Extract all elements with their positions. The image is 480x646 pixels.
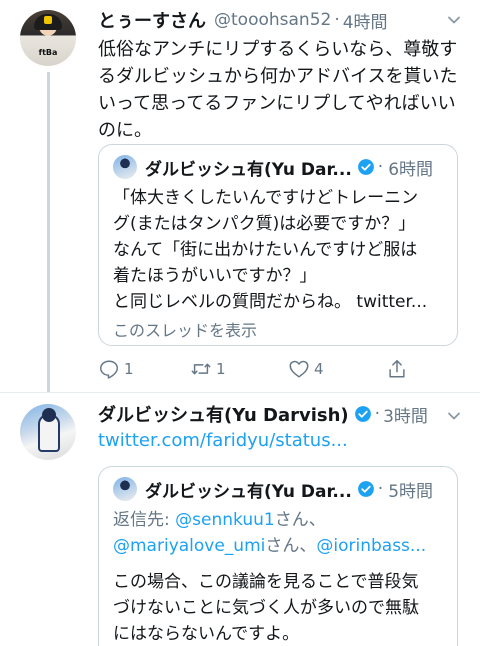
display-name[interactable]: ダルビッシュ有(Yu Darvish) bbox=[98, 401, 349, 427]
quoted-text-line: 「体大きくしたいんですけどトレーニン bbox=[113, 188, 419, 208]
tweet-divider bbox=[0, 392, 480, 393]
reply-to-suffix: さん、 bbox=[265, 536, 317, 556]
avatar-player-head bbox=[42, 408, 56, 422]
tweet-actions: 1 1 4 bbox=[98, 358, 418, 382]
avatar-cap-logo bbox=[44, 16, 52, 24]
heart-icon bbox=[289, 360, 309, 378]
tweet-time: 6時間 bbox=[388, 159, 434, 180]
like-button[interactable]: 4 bbox=[288, 358, 324, 380]
display-name: ダルビッシュ有(Yu Dar... bbox=[145, 481, 352, 502]
display-name[interactable]: とぅーすさん bbox=[98, 7, 206, 33]
quoted-tweet-body: 「体大きくしたいんですけどトレーニン グ(またはタンパク質)は必要ですか？」 な… bbox=[113, 185, 449, 315]
quoted-tweet[interactable]: ダルビッシュ有(Yu Dar... · 6時間 「体大きくしたいんですけどトレー… bbox=[98, 144, 458, 346]
verified-badge-icon bbox=[354, 406, 371, 422]
avatar[interactable]: ftBa bbox=[20, 10, 76, 66]
reply-to-label: 返信先: bbox=[113, 510, 176, 530]
quoted-text-line: と同じレベルの質問だからね。 twitter... bbox=[113, 292, 428, 312]
tweet-time: 5時間 bbox=[388, 481, 434, 502]
user-handle[interactable]: @tooohsan52 bbox=[214, 10, 331, 30]
separator-dot: · bbox=[377, 479, 384, 499]
retweet-icon bbox=[191, 363, 211, 375]
quoted-text-line: にはならないんですよ。 bbox=[113, 624, 300, 644]
reply-count: 1 bbox=[124, 360, 134, 378]
verified-badge-icon bbox=[357, 159, 374, 175]
share-button[interactable] bbox=[386, 358, 408, 380]
quoted-text-line: なんて「街に出かけたいんですけど服は bbox=[113, 240, 418, 260]
reply-icon bbox=[100, 360, 118, 379]
quoted-tweet-header: ダルビッシュ有(Yu Dar... · 6時間 bbox=[113, 155, 434, 180]
share-icon bbox=[389, 360, 405, 378]
tweet-header: ダルビッシュ有(Yu Darvish) · 3時間 bbox=[98, 401, 428, 427]
chevron-down-icon[interactable] bbox=[446, 12, 462, 28]
verified-badge-icon bbox=[357, 481, 374, 497]
separator-dot: · bbox=[374, 404, 381, 424]
separator-dot: · bbox=[334, 10, 340, 30]
avatar[interactable] bbox=[20, 404, 76, 460]
like-count: 4 bbox=[314, 360, 324, 378]
tweet-time[interactable]: 3時間 bbox=[383, 402, 428, 427]
tweet-body: 低俗なアンチにリプするくらいなら、尊敬するダルビッシュから何かアドバイスを貰いた… bbox=[98, 39, 458, 141]
reply-to-line: @mariyalove_umiさん、@iorinbass... bbox=[113, 533, 449, 559]
mention-link[interactable]: @mariyalove_umi bbox=[113, 536, 265, 556]
retweet-button[interactable]: 1 bbox=[190, 358, 226, 380]
thread-connector-line bbox=[47, 72, 50, 392]
quoted-text-line: づけないことに気づく人が多いので無駄 bbox=[113, 598, 419, 618]
quoted-text-line: この場合、この議論を見ることで普段気 bbox=[113, 572, 419, 592]
reply-button[interactable]: 1 bbox=[98, 358, 134, 380]
show-thread-link[interactable]: このスレッドを表示 bbox=[113, 317, 257, 341]
avatar bbox=[113, 155, 137, 179]
tweet-link[interactable]: twitter.com/faridyu/status... bbox=[98, 430, 348, 451]
chevron-down-icon[interactable] bbox=[446, 408, 462, 424]
quoted-text-line: 着たほうがいいですか？」 bbox=[113, 266, 317, 286]
tweet-time[interactable]: 4時間 bbox=[343, 8, 388, 33]
mention-link[interactable]: @iorinbass... bbox=[316, 536, 426, 556]
retweet-count: 1 bbox=[216, 360, 226, 378]
avatar-jersey-text: ftBa bbox=[38, 48, 58, 57]
reply-to-suffix: さん、 bbox=[274, 510, 326, 530]
quoted-text-line: グ(またはタンパク質)は必要ですか？」 bbox=[113, 214, 416, 234]
quoted-tweet-body: 返信先: @sennkuu1さん、 @mariyalove_umiさん、@ior… bbox=[113, 507, 449, 646]
mention-link[interactable]: @sennkuu1 bbox=[175, 510, 275, 530]
reply-to-line: 返信先: @sennkuu1さん、 bbox=[113, 507, 449, 533]
separator-dot: · bbox=[377, 157, 384, 177]
tweet-header: とぅーすさん @tooohsan52 · 4時間 bbox=[98, 7, 388, 33]
avatar bbox=[113, 477, 137, 501]
quoted-tweet[interactable]: ダルビッシュ有(Yu Dar... · 5時間 返信先: @sennkuu1さん… bbox=[98, 466, 458, 646]
quoted-tweet-header: ダルビッシュ有(Yu Dar... · 5時間 bbox=[113, 477, 434, 502]
display-name: ダルビッシュ有(Yu Dar... bbox=[145, 159, 352, 180]
